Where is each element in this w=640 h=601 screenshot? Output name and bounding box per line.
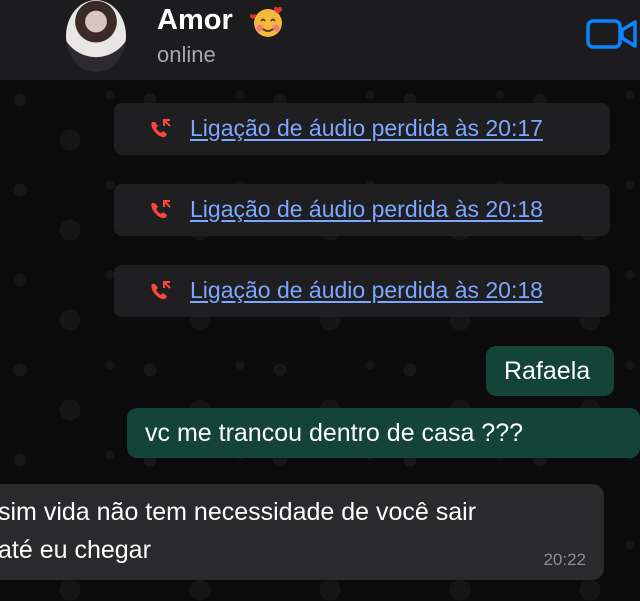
message-text: vc me trancou dentro de casa ??? [145,418,524,447]
missed-call-label[interactable]: Ligação de áudio perdida às 20:18 [190,277,543,304]
outgoing-message[interactable]: Rafaela [486,346,614,396]
missed-call-icon [151,281,171,300]
video-call-icon[interactable] [585,16,639,52]
contact-status: online [157,42,216,67]
missed-call-icon [151,119,171,138]
outgoing-message[interactable]: vc me trancou dentro de casa ??? [127,408,640,458]
missed-call-icon [151,200,171,219]
chat-header: Amor online [0,0,640,80]
contact-avatar[interactable] [66,0,126,72]
missed-call-notice[interactable]: Ligação de áudio perdida às 20:18 [114,265,610,317]
message-text: Rafaela [504,356,591,385]
message-time: 20:22 [543,550,586,569]
contact-name[interactable]: Amor [157,4,233,37]
chat-area[interactable]: Ligação de áudio perdida às 20:17 Ligaçã… [0,80,640,601]
message-text-line2: até eu chegar [0,536,151,564]
missed-call-label[interactable]: Ligação de áudio perdida às 20:18 [190,196,543,223]
missed-call-label[interactable]: Ligação de áudio perdida às 20:17 [190,115,543,142]
message-text-line1: sim vida não tem necessidade de você sai… [0,498,477,526]
incoming-message[interactable]: sim vida não tem necessidade de você sai… [0,484,604,580]
missed-call-notice[interactable]: Ligação de áudio perdida às 20:18 [114,184,610,236]
missed-call-notice[interactable]: Ligação de áudio perdida às 20:17 [114,103,610,155]
smiling-face-with-hearts-icon [250,6,283,37]
